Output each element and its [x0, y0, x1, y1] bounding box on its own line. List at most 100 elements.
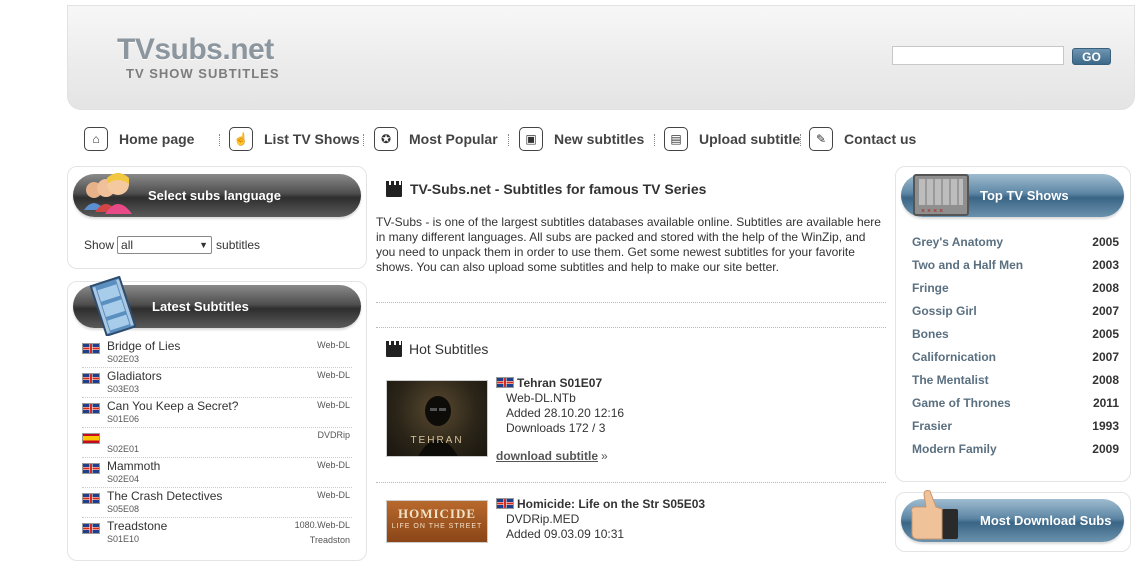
subtitle-type: Web-DL — [317, 370, 350, 380]
show-year: 2005 — [1092, 327, 1119, 341]
hot-subtitle-release: Web-DL.NTb — [506, 391, 576, 405]
spain-flag-icon — [82, 433, 100, 444]
subtitle-title[interactable]: Can You Keep a Secret? — [107, 399, 238, 413]
top-show-row[interactable]: Modern Family 2009 — [912, 442, 1119, 465]
show-name[interactable]: Bones — [912, 327, 949, 341]
show-name[interactable]: Modern Family — [912, 442, 997, 456]
latest-subtitle-item[interactable]: Bridge of Lies S02E03 Web-DL — [82, 338, 352, 368]
nav-upload-subtitle[interactable]: ▤ Upload subtitle — [664, 125, 800, 153]
show-year: 2009 — [1092, 442, 1119, 456]
subtitle-title[interactable]: The Crash Detectives — [107, 489, 222, 503]
top-show-row[interactable]: Bones 2005 — [912, 327, 1119, 350]
show-year: 1993 — [1092, 419, 1119, 433]
show-name[interactable]: Game of Thrones — [912, 396, 1011, 410]
latest-subtitle-item[interactable]: Can You Keep a Secret? S01E06 Web-DL — [82, 398, 352, 428]
subtitle-episode: S02E04 — [107, 474, 140, 484]
show-name[interactable]: Gossip Girl — [912, 304, 977, 318]
latest-subtitle-item[interactable]: Treadstone S01E10 1080.Web-DL Treadston — [82, 518, 352, 548]
subtitle-type: DVDRip — [317, 430, 350, 440]
hot-subtitle-title[interactable]: Tehran S01E07 — [517, 376, 602, 390]
language-filter-row: Show all ▼ subtitles — [84, 236, 260, 254]
top-shows-title: Top TV Shows — [980, 188, 1069, 203]
hot-subtitles-title: Hot Subtitles — [409, 341, 489, 357]
most-download-title: Most Download Subs — [980, 513, 1112, 528]
main-nav: ⌂ Home page ☝ List TV Shows ✪ Most Popul… — [84, 125, 944, 153]
top-show-row[interactable]: Grey's Anatomy 2005 — [912, 235, 1119, 258]
nav-divider — [363, 134, 364, 146]
nav-new-subtitles[interactable]: ▣ New subtitles — [519, 125, 644, 153]
subtitle-episode: S05E08 — [107, 504, 140, 514]
show-label: Show — [84, 238, 115, 252]
new-icon: ▣ — [519, 127, 543, 151]
show-year: 2008 — [1092, 281, 1119, 295]
nav-home[interactable]: ⌂ Home page — [84, 125, 194, 153]
nav-divider — [654, 134, 655, 146]
language-select-value: all — [121, 238, 134, 252]
site-header: TVsubs.net TV SHOW SUBTITLES GO — [67, 5, 1135, 110]
latest-subtitle-item[interactable]: The Crash Detectives S05E08 Web-DL — [82, 488, 352, 518]
homicide-poster[interactable]: HOMICIDE LIFE ON THE STREET — [386, 500, 488, 543]
nav-divider — [219, 134, 220, 146]
download-subtitle-link[interactable]: download subtitle — [496, 449, 598, 463]
top-show-row[interactable]: Frasier 1993 — [912, 419, 1119, 442]
tehran-poster[interactable]: TEHRAN — [386, 380, 488, 457]
top-show-row[interactable]: Two and a Half Men 2003 — [912, 258, 1119, 281]
show-name[interactable]: Frasier — [912, 419, 952, 433]
hand-icon: ☝ — [229, 127, 253, 151]
subtitles-label: subtitles — [216, 238, 261, 252]
latest-subtitle-item[interactable]: S02E01 DVDRip — [82, 428, 352, 458]
show-name[interactable]: The Mentalist — [912, 373, 989, 387]
language-select[interactable]: all ▼ — [117, 236, 213, 254]
hot-subtitle-title[interactable]: Homicide: Life on the Str S05E03 — [517, 497, 705, 511]
show-year: 2008 — [1092, 373, 1119, 387]
show-year: 2003 — [1092, 258, 1119, 272]
subtitle-episode: S03E03 — [107, 384, 140, 394]
subtitle-title[interactable]: Treadstone — [107, 519, 167, 533]
show-name[interactable]: Californication — [912, 350, 996, 364]
site-logo[interactable]: TVsubs.net — [117, 33, 274, 67]
nav-list-tv-shows[interactable]: ☝ List TV Shows — [229, 125, 360, 153]
show-name[interactable]: Grey's Anatomy — [912, 235, 1003, 249]
show-name[interactable]: Two and a Half Men — [912, 258, 1023, 272]
subtitle-title[interactable]: Mammoth — [107, 459, 160, 473]
intro-title: TV-Subs.net - Subtitles for famous TV Se… — [410, 181, 707, 197]
divider — [376, 327, 886, 328]
clapperboard-icon — [386, 181, 402, 197]
home-icon: ⌂ — [84, 127, 108, 151]
top-show-row[interactable]: Game of Thrones 2011 — [912, 396, 1119, 419]
tv-grid-icon: × × × × — [912, 173, 970, 217]
go-button[interactable]: GO — [1072, 48, 1111, 65]
top-show-row[interactable]: Gossip Girl 2007 — [912, 304, 1119, 327]
site-tagline: TV SHOW SUBTITLES — [126, 66, 280, 81]
hot-subtitle-release: DVDRip.MED — [506, 512, 580, 526]
top-show-row[interactable]: The Mentalist 2008 — [912, 373, 1119, 396]
subtitle-title[interactable]: Gladiators — [107, 369, 162, 383]
thumbs-up-icon — [904, 487, 964, 543]
subtitle-type: Web-DL — [317, 490, 350, 500]
divider — [376, 482, 886, 483]
nav-divider — [800, 134, 801, 146]
show-year: 2007 — [1092, 304, 1119, 318]
film-reel-icon — [86, 275, 142, 337]
nav-label: New subtitles — [554, 131, 645, 147]
download-arrow: » — [601, 449, 608, 463]
uk-flag-icon — [496, 498, 514, 509]
top-show-row[interactable]: Californication 2007 — [912, 350, 1119, 373]
subtitle-title[interactable]: Bridge of Lies — [107, 339, 180, 353]
latest-subtitle-item[interactable]: Mammoth S02E04 Web-DL — [82, 458, 352, 488]
subtitle-episode: S01E06 — [107, 414, 140, 424]
nav-contact-us[interactable]: ✎ Contact us — [809, 125, 916, 153]
uk-flag-icon — [82, 493, 100, 504]
subtitle-episode: S02E03 — [107, 354, 140, 364]
top-show-row[interactable]: Fringe 2008 — [912, 281, 1119, 304]
subtitle-type: Web-DL — [317, 400, 350, 410]
show-name[interactable]: Fringe — [912, 281, 949, 295]
hot-subtitle-added: Added 09.03.09 10:31 — [506, 527, 625, 541]
search-input[interactable] — [892, 46, 1064, 65]
subtitle-type: Web-DL — [317, 340, 350, 350]
show-year: 2011 — [1092, 396, 1119, 410]
latest-subtitle-item[interactable]: Gladiators S03E03 Web-DL — [82, 368, 352, 398]
nav-label: Upload subtitle — [699, 131, 801, 147]
subtitle-type: 1080.Web-DL — [294, 520, 350, 530]
nav-most-popular[interactable]: ✪ Most Popular — [374, 125, 498, 153]
